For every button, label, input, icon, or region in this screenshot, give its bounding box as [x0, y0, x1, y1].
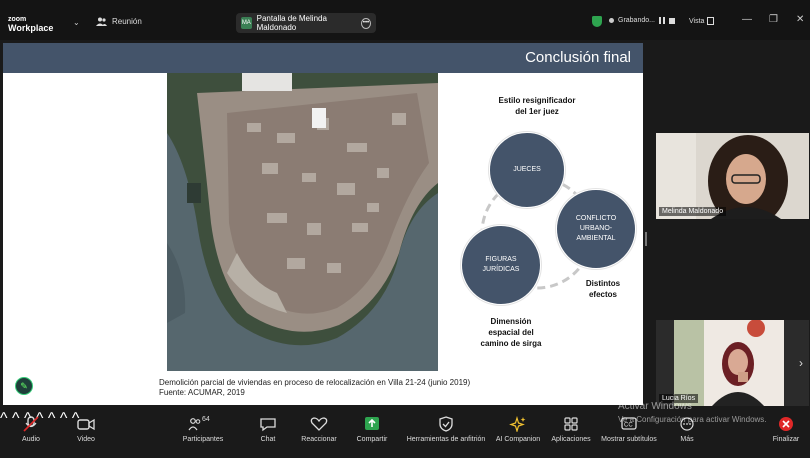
photo-caption: Demolición parcial de viviendas en proce… — [159, 378, 470, 398]
chevron-down-icon[interactable]: ⌄ — [73, 18, 80, 27]
grid-view-icon — [707, 17, 715, 25]
chat-button[interactable]: Chat — [253, 416, 283, 443]
close-icon[interactable]: ✕ — [796, 14, 804, 25]
host-tools-label: Herramientas de anfitrión — [406, 436, 486, 443]
label-stile: Estilo resignificador del 1er juez — [487, 95, 587, 117]
meeting-info-button[interactable]: Reunión — [96, 17, 142, 26]
ai-companion-button[interactable]: AI Companion — [494, 416, 542, 443]
screen-share-indicator[interactable]: MA Pantalla de Melinda Maldonado ••• — [236, 13, 376, 33]
recording-label: Grabando... — [618, 17, 655, 24]
end-label: Finalizar — [772, 436, 800, 443]
aerial-photo — [167, 73, 438, 371]
recording-indicator[interactable]: Grabando... — [609, 17, 675, 24]
audio-options-caret[interactable]: ^ — [0, 410, 8, 427]
participants-label: Participantes — [182, 436, 224, 443]
view-button[interactable]: Vista — [689, 17, 715, 25]
circle-conflicto-line-1: CONFLICTO — [575, 215, 617, 222]
ai-companion-label: AI Companion — [495, 436, 541, 443]
restore-icon[interactable]: ❐ — [769, 14, 778, 25]
react-button[interactable]: Reaccionar — [298, 416, 340, 443]
circle-conflicto-line-2: URBANO- — [579, 225, 613, 232]
participants-icon: 64 — [188, 416, 218, 432]
circle-conflicto-line-3: AMBIENTAL — [576, 235, 616, 242]
security-shield-icon[interactable] — [592, 16, 602, 27]
top-bar: zoom Workplace ⌄ Reunión MA Pantalla de … — [0, 0, 810, 40]
label-dimension-line-3: camino de sirga — [480, 339, 542, 348]
apps-icon — [564, 417, 578, 431]
share-options-caret[interactable]: ^ — [60, 410, 68, 427]
heart-icon — [310, 417, 328, 431]
participant-name-1: Melinda Maldonado — [659, 207, 727, 216]
circle-jueces: JUECES — [489, 132, 565, 208]
label-stile-line-1: Estilo resignificador — [498, 96, 576, 105]
label-dimension-line-2: espacial del — [488, 328, 534, 337]
people-icon — [96, 17, 107, 26]
share-label: Pantalla de Melinda Maldonado — [256, 14, 327, 32]
shared-slide: Conclusión final Demolición parcial de v… — [3, 43, 643, 405]
react-options-caret[interactable]: ^ — [48, 410, 56, 427]
next-page-arrow-icon[interactable]: › — [799, 356, 803, 370]
meeting-label: Reunión — [112, 17, 142, 26]
watermark-line-1: Activar Windows — [618, 401, 692, 412]
share-avatar-icon: MA — [241, 17, 252, 29]
circle-figuras-line-2: JURÍDICAS — [482, 266, 520, 273]
audio-label: Audio — [22, 436, 40, 443]
apps-label: Aplicaciones — [551, 436, 591, 443]
slide-header: Conclusión final — [3, 43, 643, 73]
label-effects: Distintos efectos — [575, 278, 631, 300]
host-tools-button[interactable]: Herramientas de anfitrión — [402, 416, 490, 443]
video-tile-2[interactable]: Lucia Ríos — [656, 320, 809, 406]
audio-button[interactable]: Audio — [14, 416, 48, 443]
splitter-handle[interactable] — [645, 232, 647, 246]
circle-jueces-label: JUECES — [513, 166, 541, 173]
sparkle-icon — [509, 416, 526, 432]
video-button[interactable]: Video — [70, 416, 102, 443]
caption-line-2: Fuente: ACUMAR, 2019 — [159, 388, 245, 397]
video-tile-1[interactable]: Melinda Maldonado — [656, 133, 809, 219]
slide-title: Conclusión final — [525, 49, 631, 66]
end-meeting-button[interactable]: Finalizar — [768, 416, 804, 443]
more-options-icon[interactable]: ••• — [361, 17, 371, 29]
mic-muted-icon — [23, 416, 39, 432]
share-button[interactable]: Compartir — [352, 416, 392, 443]
circle-figuras-line-1: FIGURAS — [485, 256, 517, 263]
pause-recording-icon[interactable] — [658, 17, 665, 24]
chat-label: Chat — [260, 436, 276, 443]
shield-icon — [439, 416, 453, 432]
label-dimension-line-1: Dimensión — [490, 317, 532, 326]
annotate-pen-icon[interactable]: ✎ — [15, 377, 33, 395]
react-label: Reaccionar — [301, 436, 337, 443]
end-call-icon — [779, 417, 793, 431]
label-dimension: Dimensión espacial del camino de sirga — [466, 316, 556, 349]
circle-conflicto: CONFLICTO URBANO- AMBIENTAL — [556, 189, 636, 269]
more-label: Más — [680, 436, 694, 443]
apps-button[interactable]: Aplicaciones — [548, 416, 594, 443]
caption-line-1: Demolición parcial de viviendas en proce… — [159, 378, 471, 387]
video-label: Video — [77, 436, 95, 443]
windows-activation-watermark: Activar Windows Ve a Configuración para … — [618, 400, 767, 426]
view-label: Vista — [689, 17, 705, 25]
label-stile-line-2: del 1er juez — [515, 107, 559, 116]
share-screen-icon — [365, 417, 379, 430]
minimize-icon[interactable]: — — [742, 14, 752, 25]
watermark-line-2: Ve a Configuración para activar Windows. — [618, 415, 767, 424]
record-dot-icon — [609, 18, 614, 23]
zoom-logo: zoom Workplace — [8, 15, 53, 33]
logo-line2: Workplace — [8, 23, 54, 33]
participants-count: 64 — [202, 416, 210, 423]
label-effects-line-1: Distintos — [585, 279, 621, 288]
share-label: Compartir — [356, 436, 388, 443]
participants-button[interactable]: 64 Participantes — [178, 416, 228, 443]
chat-icon — [260, 418, 276, 432]
circle-figuras: FIGURAS JURÍDICAS — [461, 225, 541, 305]
stop-recording-icon[interactable] — [668, 17, 675, 24]
label-effects-line-2: efectos — [588, 290, 617, 299]
subtitles-label: Mostrar subtítulos — [601, 436, 657, 443]
camera-icon — [77, 418, 95, 431]
